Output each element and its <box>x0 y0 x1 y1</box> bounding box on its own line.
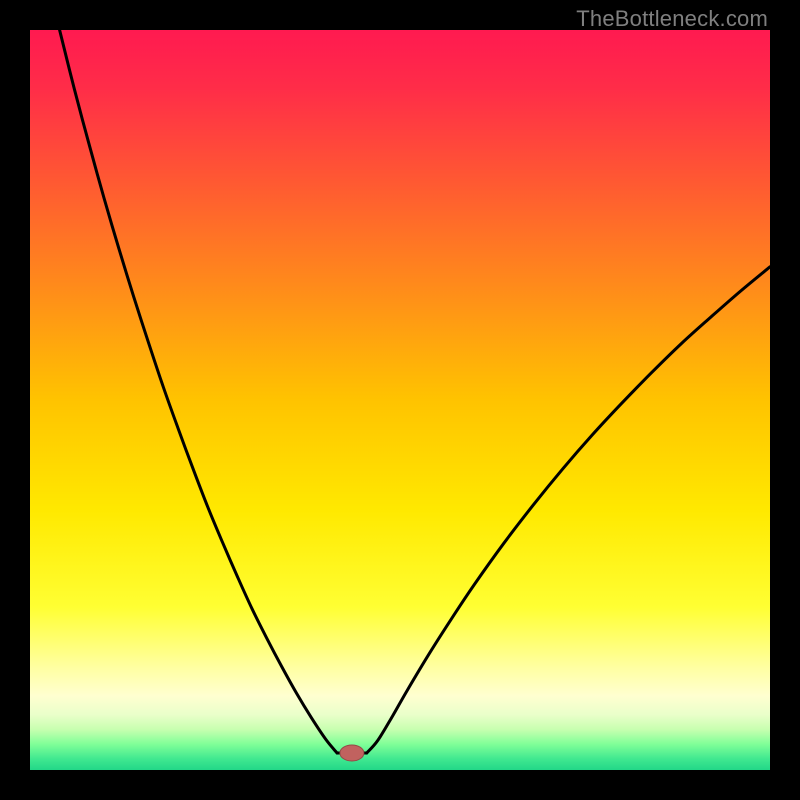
curve-layer <box>30 30 770 770</box>
bottleneck-curve-left <box>60 30 338 753</box>
bottleneck-curve-right <box>367 267 770 753</box>
watermark-text: TheBottleneck.com <box>576 6 768 32</box>
plot-area <box>30 30 770 770</box>
chart-frame: TheBottleneck.com <box>0 0 800 800</box>
optimal-point-marker <box>340 745 364 761</box>
